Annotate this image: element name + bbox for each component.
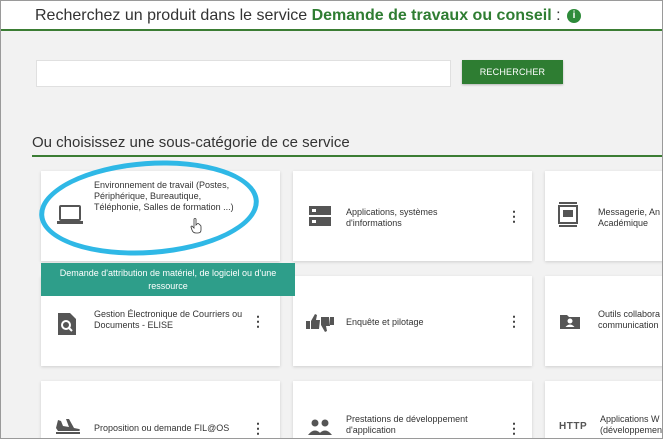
subcategory-label: Enquête et pilotage: [346, 317, 424, 327]
search-button[interactable]: RECHERCHER: [462, 60, 563, 84]
more-menu-button[interactable]: ⋮: [251, 421, 265, 435]
info-icon[interactable]: i: [567, 9, 582, 23]
hand-cursor-icon: [190, 218, 202, 234]
subcategory-label: Applications, systèmes d'informations: [346, 207, 438, 228]
search-input[interactable]: [36, 60, 451, 87]
subcategory-label: Prestations de développement d'applicati…: [346, 414, 468, 435]
airplane-icon: [56, 419, 80, 434]
server-icon: [309, 206, 331, 226]
people-icon: [308, 419, 332, 435]
subcategory-label: Applications W (développemen: [600, 414, 663, 435]
search-title-prefix: Recherchez un produit dans le service: [35, 7, 312, 24]
subcategory-card-filaos[interactable]: Proposition ou demande FIL@OS ⋮: [41, 381, 280, 438]
subcategory-label: Messagerie, An Académique: [598, 207, 661, 228]
subcategory-card-prestations[interactable]: Prestations de développement d'applicati…: [293, 381, 532, 438]
search-title: Recherchez un produit dans le service De…: [35, 7, 582, 25]
subcategory-card-applications-web[interactable]: HTTP Applications W (développemen: [545, 381, 663, 438]
tooltip: Demande d'attribution de matériel, de lo…: [41, 263, 295, 296]
service-catalog-panel: Recherchez un produit dans le service De…: [0, 0, 663, 439]
folder-account-icon: [560, 315, 580, 329]
subcategory-heading: Ou choisissez une sous-catégorie de ce s…: [32, 134, 350, 151]
more-menu-button[interactable]: ⋮: [507, 421, 521, 435]
subcategory-label: Gestion Électronique de Courriers ou Doc…: [94, 309, 243, 330]
more-menu-button[interactable]: ⋮: [507, 209, 521, 223]
thumbs-up-down-icon: [306, 314, 334, 332]
service-name: Demande de travaux ou conseil: [311, 7, 552, 24]
search-title-suffix: :: [551, 7, 566, 24]
more-menu-button[interactable]: ⋮: [251, 314, 265, 328]
subcategory-label: Outils collabora communication: [598, 309, 661, 330]
document-search-icon: [58, 313, 76, 335]
subcategory-card-enquete[interactable]: Enquête et pilotage ⋮: [293, 276, 532, 366]
subcategory-card-applications[interactable]: Applications, systèmes d'informations ⋮: [293, 171, 532, 261]
subcategory-card-messagerie[interactable]: Messagerie, An Académique: [545, 171, 662, 261]
subcategory-label: Proposition ou demande FIL@OS: [94, 423, 230, 433]
subcategory-divider: [32, 155, 662, 157]
subcategory-card-outils[interactable]: Outils collabora communication: [545, 276, 662, 366]
search-header: Recherchez un produit dans le service De…: [1, 1, 662, 31]
mail-archive-icon: [558, 202, 578, 227]
more-menu-button[interactable]: ⋮: [507, 314, 521, 328]
http-icon: HTTP: [559, 421, 588, 432]
